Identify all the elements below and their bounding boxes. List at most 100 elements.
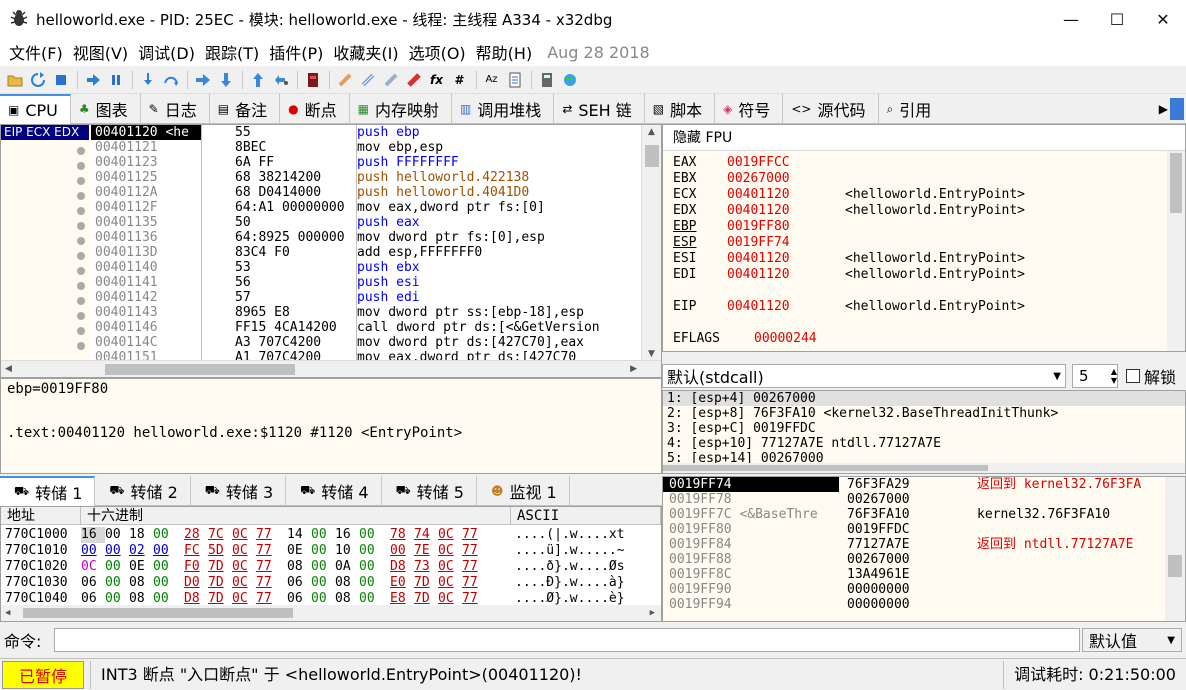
disassembly-row[interactable]: 0040112F 64:A1 00000000 mov eax,dword ptr … bbox=[91, 200, 639, 215]
labels-icon[interactable] bbox=[380, 69, 401, 91]
disassembly-row[interactable]: 00401143 8965 E8 mov dword ptr ss:[ebp-18]… bbox=[91, 305, 639, 320]
hex-byte[interactable]: 00 bbox=[311, 575, 335, 591]
hex-byte[interactable]: 00 bbox=[390, 543, 414, 559]
hex-byte[interactable]: 0E bbox=[287, 543, 311, 559]
hex-byte[interactable]: 0C bbox=[232, 559, 256, 575]
breakpoint-dot[interactable] bbox=[77, 267, 85, 275]
disassembly-row[interactable]: 00401121 8BEC mov ebp,esp bbox=[91, 140, 639, 155]
scroll-thumb[interactable] bbox=[645, 145, 659, 167]
tab-dump-3[interactable]: ⛟ 转储 3 bbox=[191, 476, 287, 506]
dump-row[interactable]: 770C1030 06 00 08 00 D0 7D 0C 77 06 00 08 00 E0 7D 0C 77… bbox=[1, 575, 641, 591]
hex-byte[interactable]: 00 bbox=[105, 575, 129, 591]
stack-row[interactable]: 0019FF90 00000000 bbox=[663, 582, 1171, 597]
execute-till-return-icon[interactable] bbox=[247, 69, 268, 91]
hex-byte[interactable]: 08 bbox=[129, 575, 153, 591]
pause-icon[interactable] bbox=[105, 69, 126, 91]
open-icon[interactable] bbox=[4, 69, 25, 91]
hide-fpu-toggle[interactable]: 隐藏 FPU bbox=[663, 125, 1185, 151]
hex-byte[interactable]: 08 bbox=[287, 559, 311, 575]
hex-byte[interactable]: 7D bbox=[208, 559, 232, 575]
disassembly-row[interactable]: 00401136 64:8925 000000 mov dword ptr fs:[… bbox=[91, 230, 639, 245]
hex-byte[interactable]: 00 bbox=[311, 527, 335, 543]
bookmarks-icon[interactable] bbox=[403, 69, 424, 91]
step-into-icon[interactable] bbox=[137, 69, 158, 91]
scroll-up-icon[interactable]: ▲ bbox=[648, 127, 655, 137]
disassembly-row[interactable]: 00401140 53 push ebx bbox=[91, 260, 639, 275]
menu-plugins[interactable]: 插件(P) bbox=[264, 40, 328, 64]
breakpoint-dot[interactable] bbox=[77, 222, 85, 230]
hex-byte[interactable]: 7C bbox=[208, 527, 232, 543]
scroll-right-icon[interactable]: ▶ bbox=[630, 364, 637, 374]
hex-byte[interactable]: 0C bbox=[438, 575, 462, 591]
arguments-hscroll[interactable] bbox=[663, 463, 1185, 473]
stack-row[interactable]: 0019FF8C 13A4961E bbox=[663, 567, 1171, 582]
menu-help[interactable]: 帮助(H) bbox=[471, 40, 538, 64]
web-icon[interactable] bbox=[559, 69, 580, 91]
hex-byte[interactable]: 00 bbox=[81, 543, 105, 559]
stack-row[interactable]: 0019FF94 00000000 bbox=[663, 597, 1171, 612]
tab-breakpoints[interactable]: ● 断点 bbox=[280, 94, 350, 124]
stack-row[interactable]: 0019FF7C <&BaseThre 76F3FA10 kernel32.76F3… bbox=[663, 507, 1171, 522]
hex-byte[interactable]: F0 bbox=[184, 559, 208, 575]
disassembly-row[interactable]: 00401142 57 push edi bbox=[91, 290, 639, 305]
hex-byte[interactable]: 00 bbox=[311, 559, 335, 575]
hex-byte[interactable]: 77 bbox=[256, 543, 287, 559]
tab-scroll-blue-icon[interactable] bbox=[1170, 97, 1184, 120]
hex-byte[interactable]: 00 bbox=[359, 559, 390, 575]
menu-view[interactable]: 视图(V) bbox=[68, 40, 133, 64]
breakpoint-dot[interactable] bbox=[77, 252, 85, 260]
stack-row[interactable]: 0019FF74 76F3FA29 返回到 kernel32.76F3FA bbox=[663, 477, 1171, 492]
hex-byte[interactable]: 00 bbox=[153, 527, 184, 543]
disassembly-row[interactable]: 0040114C A3 707C4200 mov dword ptr ds:[427… bbox=[91, 335, 639, 350]
menu-trace[interactable]: 跟踪(T) bbox=[200, 40, 264, 64]
hex-byte[interactable]: 77 bbox=[462, 543, 486, 559]
hex-byte[interactable]: 00 bbox=[153, 575, 184, 591]
hex-byte[interactable]: 06 bbox=[287, 575, 311, 591]
tab-script[interactable]: ▧ 脚本 bbox=[645, 94, 716, 124]
comments-icon[interactable] bbox=[357, 69, 378, 91]
hex-byte[interactable]: 7E bbox=[414, 543, 438, 559]
register-row[interactable]: EDI 00401120 <helloworld.EntryPoint> bbox=[673, 267, 1025, 283]
hex-byte[interactable]: 16 bbox=[81, 527, 105, 543]
stack-row[interactable]: 0019FF84 77127A7E 返回到 ntdll.77127A7E bbox=[663, 537, 1171, 552]
stack-row[interactable]: 0019FF80 0019FFDC bbox=[663, 522, 1171, 537]
hex-byte[interactable]: E0 bbox=[390, 575, 414, 591]
hex-byte[interactable]: 00 bbox=[359, 543, 390, 559]
menu-file[interactable]: 文件(F) bbox=[4, 40, 68, 64]
stack-vscroll[interactable] bbox=[1165, 477, 1185, 621]
hex-byte[interactable]: 0C bbox=[232, 575, 256, 591]
tab-memory-map[interactable]: ▦ 内存映射 bbox=[350, 94, 452, 124]
scroll-thumb[interactable] bbox=[105, 364, 295, 375]
hex-byte[interactable]: 0C bbox=[81, 559, 105, 575]
hex-byte[interactable]: 00 bbox=[359, 575, 390, 591]
breakpoint-dot[interactable] bbox=[77, 327, 85, 335]
register-row[interactable]: EIP 00401120 <helloworld.EntryPoint> bbox=[673, 299, 1025, 315]
disassembly-hscroll[interactable]: ◀ ▶ bbox=[1, 360, 661, 377]
hex-byte[interactable]: 77 bbox=[462, 527, 486, 543]
hex-byte[interactable]: 77 bbox=[256, 527, 287, 543]
hex-byte[interactable]: 0C bbox=[438, 543, 462, 559]
variables-icon[interactable]: # bbox=[449, 69, 470, 91]
restart-icon[interactable] bbox=[27, 69, 48, 91]
register-row[interactable]: EBP 0019FF80 bbox=[673, 219, 845, 235]
step-over-icon[interactable] bbox=[160, 69, 181, 91]
register-row[interactable]: EFLAGS 00000244 bbox=[673, 331, 872, 347]
disassembly-row[interactable]: 0040112A 68 D0414000 push helloworld.4041D… bbox=[91, 185, 639, 200]
scroll-thumb[interactable] bbox=[663, 465, 988, 471]
arg-row[interactable]: 2: [esp+8] 76F3FA10 <kernel32.BaseThread… bbox=[663, 406, 1185, 421]
hex-byte[interactable]: 77 bbox=[256, 559, 287, 575]
register-row[interactable]: EAX 0019FFCC bbox=[673, 155, 845, 171]
scroll-left-icon[interactable]: ◀ bbox=[5, 364, 12, 374]
tab-cpu[interactable]: ▣ CPU bbox=[0, 94, 71, 124]
stop-icon[interactable] bbox=[50, 69, 71, 91]
tab-notes[interactable]: ▤ 备注 bbox=[210, 94, 281, 124]
menu-favourites[interactable]: 收藏夹(I) bbox=[328, 40, 403, 64]
hex-byte[interactable]: 14 bbox=[287, 527, 311, 543]
tab-symbols[interactable]: ◈ 符号 bbox=[715, 94, 784, 124]
scroll-thumb[interactable] bbox=[1170, 153, 1182, 213]
disassembly-row[interactable]: 00401135 50 push eax bbox=[91, 215, 639, 230]
disassembly-row[interactable]: 00401125 68 38214200 push helloworld.42213… bbox=[91, 170, 639, 185]
hex-byte[interactable]: 00 bbox=[105, 527, 129, 543]
run-icon[interactable] bbox=[82, 69, 103, 91]
tab-watch-1[interactable]: ☻ 监视 1 bbox=[477, 476, 570, 506]
